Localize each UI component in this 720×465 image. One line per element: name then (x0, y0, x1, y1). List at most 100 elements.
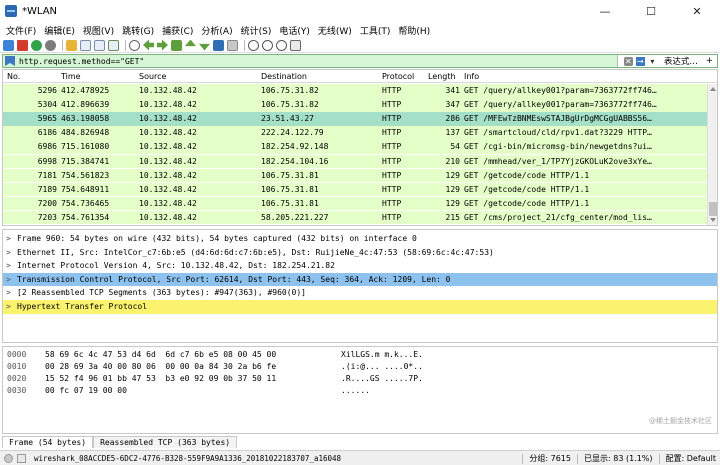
expression-button[interactable]: 表达式… (659, 55, 702, 67)
go-back-icon[interactable] (143, 39, 154, 51)
column-source[interactable]: Source (139, 72, 166, 81)
expand-icon[interactable]: > (6, 302, 14, 311)
detail-ipv4[interactable]: > Internet Protocol Version 4, Src: 10.1… (3, 259, 717, 273)
tab-frame-bytes[interactable]: Frame (54 bytes) (2, 436, 94, 448)
capture-options-icon[interactable] (45, 39, 56, 51)
close-icon[interactable]: ✕ (674, 0, 720, 22)
open-file-icon[interactable] (66, 39, 77, 51)
go-forward-icon[interactable] (157, 39, 168, 51)
column-no[interactable]: No. (7, 72, 20, 81)
packet-cell-time: 412.896639 (61, 100, 110, 110)
profile-label[interactable]: 配置: Default (666, 453, 716, 464)
menu-analyze[interactable]: 分析(A) (197, 24, 236, 37)
packet-cell-info: GET /query/allkey001?param=7363772ff746… (464, 100, 657, 110)
menu-capture[interactable]: 捕获(C) (158, 24, 197, 37)
detail-reassembled[interactable]: > [2 Reassembled TCP Segments (363 bytes… (3, 286, 717, 300)
packet-row[interactable]: 5304 412.896639 10.132.48.42 106.75.31.82 HT… (3, 98, 707, 112)
expert-info-icon[interactable] (4, 453, 13, 463)
expand-icon[interactable]: > (6, 288, 14, 297)
resize-columns-icon[interactable] (290, 39, 301, 51)
status-bar: wireshark_08ACCDE5-6DC2-4776-B328-559F9A… (0, 450, 720, 465)
apply-filter-icon[interactable]: → (635, 56, 645, 66)
scroll-up-icon[interactable] (710, 87, 716, 91)
packet-row[interactable]: 7181 754.561823 10.132.48.42 106.75.31.81 HT… (3, 168, 707, 183)
column-protocol[interactable]: Protocol (382, 72, 414, 81)
menu-help[interactable]: 帮助(H) (394, 24, 434, 37)
expand-icon[interactable]: > (6, 261, 14, 270)
reload-file-icon[interactable] (108, 39, 119, 51)
colorize-icon[interactable] (227, 39, 238, 51)
packet-row[interactable]: 6986 715.161080 10.132.48.42 182.254.92.148… (3, 140, 707, 154)
column-info[interactable]: Info (464, 72, 479, 81)
minimize-icon[interactable]: — (582, 0, 628, 22)
zoom-out-icon[interactable] (262, 39, 273, 51)
packet-cell-len: 129 (445, 170, 460, 180)
status-separator (522, 453, 524, 464)
detail-tcp[interactable]: > Transmission Control Protocol, Src Por… (3, 272, 717, 287)
expand-icon[interactable]: > (6, 234, 14, 243)
capture-file-properties-icon[interactable] (17, 453, 26, 463)
add-filter-button[interactable]: + (701, 55, 717, 67)
packet-row[interactable]: 7189 754.648911 10.132.48.42 106.75.31.81 HT… (3, 182, 707, 197)
stop-capture-icon[interactable] (17, 39, 28, 51)
restart-capture-icon[interactable] (31, 39, 42, 51)
capture-file-name: wireshark_08ACCDE5-6DC2-4776-B328-559F9A… (34, 453, 342, 463)
packet-row[interactable]: 6998 715.384741 10.132.48.42 182.254.104.16… (3, 154, 707, 169)
menu-edit[interactable]: 编辑(E) (40, 24, 79, 37)
scroll-thumb[interactable] (709, 202, 717, 216)
packet-cell-no: 5296 (37, 86, 57, 95)
scroll-down-icon[interactable] (710, 218, 716, 222)
packet-cell-info: GET /getcode/code HTTP/1.1 (464, 198, 590, 208)
packet-cell-time: 463.198058 (61, 114, 110, 124)
menu-view[interactable]: 视图(V) (79, 24, 118, 37)
packet-row[interactable]: 5296 412.478925 10.132.48.42 106.75.31.82 HT… (3, 84, 707, 98)
detail-ethernet[interactable]: > Ethernet II, Src: IntelCor_c7:6b:e5 (d… (3, 246, 717, 260)
packet-row[interactable]: 7200 754.736465 10.132.48.42 106.75.31.81 HT… (3, 196, 707, 211)
packet-list-scrollbar[interactable] (707, 84, 717, 225)
packet-cell-proto: HTTP (382, 170, 402, 180)
packet-cell-time: 754.561823 (61, 170, 110, 180)
packet-cell-src: 10.132.48.42 (139, 170, 197, 180)
tab-reassembled-tcp[interactable]: Reassembled TCP (363 bytes) (93, 436, 238, 448)
column-destination[interactable]: Destination (261, 72, 307, 81)
display-filter-input[interactable]: http.request.method=="GET" (19, 57, 617, 66)
filter-history-dropdown-icon[interactable]: ▾ (648, 57, 657, 66)
menu-statistics[interactable]: 统计(S) (237, 24, 276, 37)
go-last-packet-icon[interactable] (199, 43, 210, 51)
zoom-normal-icon[interactable] (276, 39, 287, 51)
go-to-packet-icon[interactable] (171, 39, 182, 51)
go-first-packet-icon[interactable] (185, 39, 196, 47)
packet-cell-src: 10.132.48.42 (139, 212, 197, 222)
menu-wireless[interactable]: 无线(W) (314, 24, 356, 37)
expand-icon[interactable]: > (6, 248, 14, 257)
zoom-in-icon[interactable] (248, 39, 259, 51)
column-length[interactable]: Length (428, 72, 456, 81)
packet-cell-dst: 58.205.221.227 (261, 212, 329, 222)
save-file-icon[interactable] (80, 39, 91, 51)
find-packet-icon[interactable] (129, 39, 140, 51)
menu-file[interactable]: 文件(F) (2, 24, 40, 37)
close-file-icon[interactable] (94, 39, 105, 51)
filter-bookmark-icon[interactable] (5, 56, 15, 66)
watermark: @稀土掘金技术社区 (649, 417, 712, 425)
shark-fin-start-icon[interactable] (3, 39, 14, 51)
column-time[interactable]: Time (61, 72, 81, 81)
expand-icon[interactable]: > (6, 275, 14, 284)
menu-go[interactable]: 跳转(G) (118, 24, 158, 37)
packet-row[interactable]: 6186 484.826948 10.132.48.42 222.24.122.79 H… (3, 126, 707, 140)
detail-frame[interactable]: > Frame 960: 54 bytes on wire (432 bits)… (3, 232, 717, 246)
packet-row[interactable]: 5965 463.198058 10.132.48.42 23.51.43.27 HTT… (3, 112, 707, 126)
menu-tools[interactable]: 工具(T) (356, 24, 395, 37)
packet-cell-no: 5965 (37, 114, 57, 124)
packet-cell-dst: 106.75.31.82 (261, 86, 319, 95)
packet-row[interactable]: 7203 754.761354 10.132.48.42 58.205.221.227… (3, 210, 707, 225)
window-title: *WLAN (22, 5, 58, 17)
auto-scroll-icon[interactable] (213, 39, 224, 51)
detail-http[interactable]: > Hypertext Transfer Protocol (3, 300, 717, 314)
packet-cell-info: GET /mmhead/ver_1/TP7YjzGKOLuK2ove3xYe… (464, 156, 652, 166)
menu-telephony[interactable]: 电话(Y) (275, 24, 314, 37)
maximize-icon[interactable]: ☐ (628, 0, 674, 22)
packet-cell-len: 54 (450, 142, 460, 152)
clear-filter-icon[interactable]: ✕ (623, 56, 633, 66)
packet-cell-time: 715.161080 (61, 142, 110, 152)
